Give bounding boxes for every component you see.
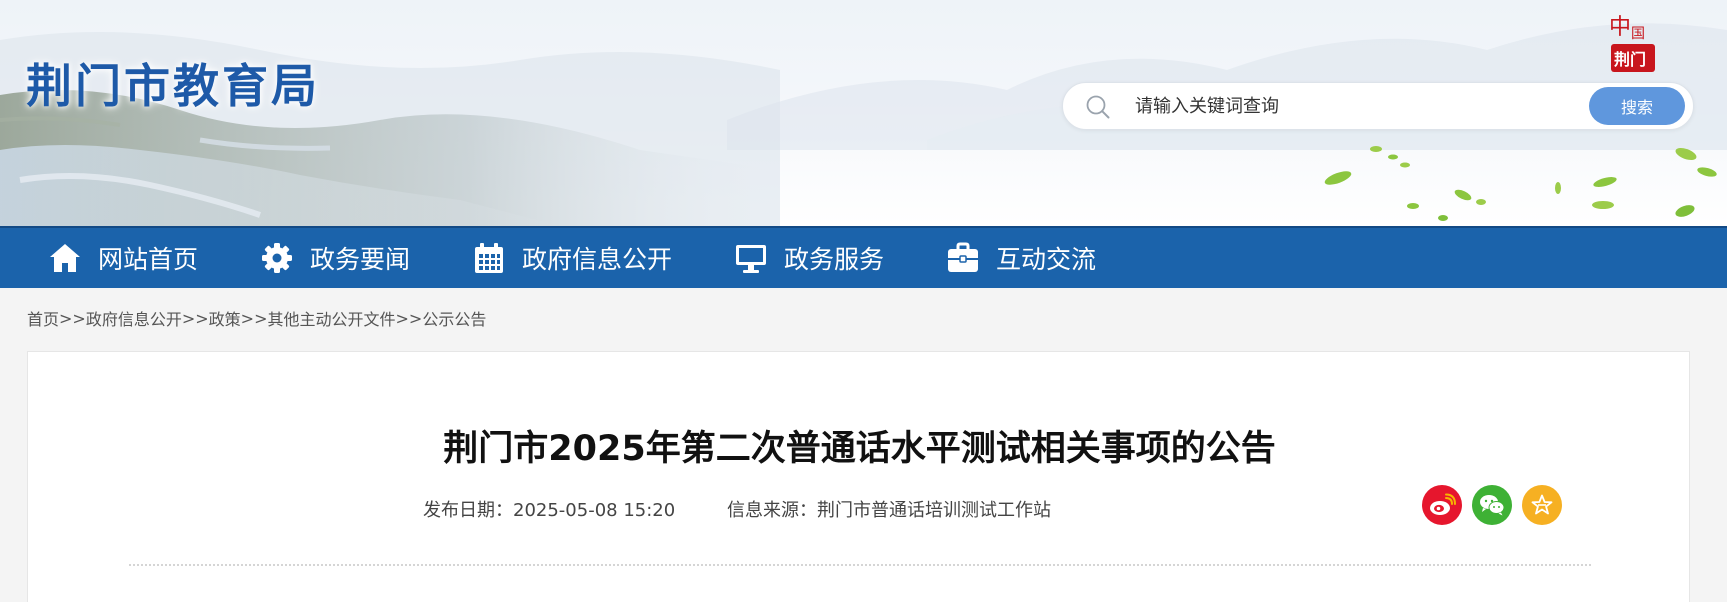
publish-date-label: 发布日期： [423,500,513,521]
leaf-decoration-icon [1454,189,1472,201]
nav-item-label: 政务要闻 [310,245,411,274]
nav-item-label: 互动交流 [996,245,1097,274]
breadcrumb-separator: >> [181,308,209,328]
svg-text:国: 国 [1631,26,1645,42]
breadcrumb-link-other-files[interactable]: 其他主动公开文件 [267,306,395,330]
publish-date-value: 2025-05-08 15:20 [513,500,676,521]
share-weibo-button[interactable] [1422,485,1462,525]
site-header: 荆门市教育局 中 国 荆门 搜索 [0,0,1727,226]
nav-item-interaction[interactable]: 互动交流 [946,228,1096,288]
info-source-label: 信息来源： [727,500,817,521]
leaf-decoration-icon [1476,199,1486,205]
breadcrumb-link-policy[interactable]: 政策 [209,306,241,330]
breadcrumb-separator: >> [59,308,86,328]
info-source: 信息来源：荆门市普通话培训测试工作站 [727,496,1051,522]
nav-item-home[interactable]: 网站首页 [48,228,198,288]
favorite-star-icon [1531,494,1553,515]
search-box: 搜索 [1062,82,1694,130]
main-navigation: 网站首页 政务要闻 政府信息公开 政务服务 互动交流 [0,226,1727,288]
breadcrumb-separator: >> [395,308,423,328]
search-icon[interactable] [1085,94,1111,120]
nav-item-label: 政府信息公开 [522,245,673,274]
leaf-decoration-icon [1324,171,1352,185]
calendar-icon [475,243,503,273]
home-icon [50,244,80,272]
leaf-decoration-icon [1697,167,1717,177]
favorite-button[interactable] [1522,485,1562,525]
search-input[interactable] [1135,91,1615,121]
breadcrumb-link-info-disclosure[interactable]: 政府信息公开 [86,306,182,330]
svg-text:中: 中 [1609,15,1631,40]
briefcase-icon [948,242,978,272]
leaf-decoration-icon [1407,203,1419,209]
meta-divider [129,564,1591,566]
publish-date: 发布日期：2025-05-08 15:20 [423,496,675,522]
wechat-icon [1480,495,1505,516]
site-title[interactable]: 荆门市教育局 [26,50,320,116]
nav-item-services[interactable]: 政务服务 [734,228,884,288]
nav-item-info-disclosure[interactable]: 政府信息公开 [472,228,672,288]
breadcrumb-separator: >> [240,308,268,328]
breadcrumb-link-home[interactable]: 首页 [27,306,59,330]
nav-item-label: 政务服务 [784,245,885,274]
article-title: 荆门市2025年第二次普通话水平测试相关事项的公告 [443,429,1276,469]
article-card: 荆门市2025年第二次普通话水平测试相关事项的公告 发布日期：2025-05-0… [27,351,1690,602]
nav-item-news[interactable]: 政务要闻 [260,228,410,288]
leaf-decoration-icon [1592,201,1614,209]
share-wechat-button[interactable] [1472,485,1512,525]
leaf-decoration-icon [1370,146,1382,152]
gear-icon [262,243,292,273]
leaf-decoration-icon [1555,182,1561,194]
leaf-decoration-icon [1438,215,1448,221]
breadcrumb-link-announcements[interactable]: 公示公告 [422,306,486,330]
svg-text:荆门: 荆门 [1614,50,1646,69]
weibo-icon [1430,493,1456,515]
search-button[interactable]: 搜索 [1589,87,1685,125]
monitor-icon [736,245,766,273]
leaf-decoration-icon [1675,147,1697,161]
leaf-decoration-icon [1593,177,1617,187]
leaf-decoration-icon [1400,162,1410,168]
info-source-value: 荆门市普通话培训测试工作站 [817,500,1051,521]
leaf-decoration-icon [1675,205,1695,217]
nav-item-label: 网站首页 [98,245,199,274]
breadcrumb: 首页 >> 政府信息公开 >> 政策 >> 其他主动公开文件 >> 公示公告 [27,306,486,330]
china-jingmen-logo: 中 国 荆门 [1609,15,1655,72]
